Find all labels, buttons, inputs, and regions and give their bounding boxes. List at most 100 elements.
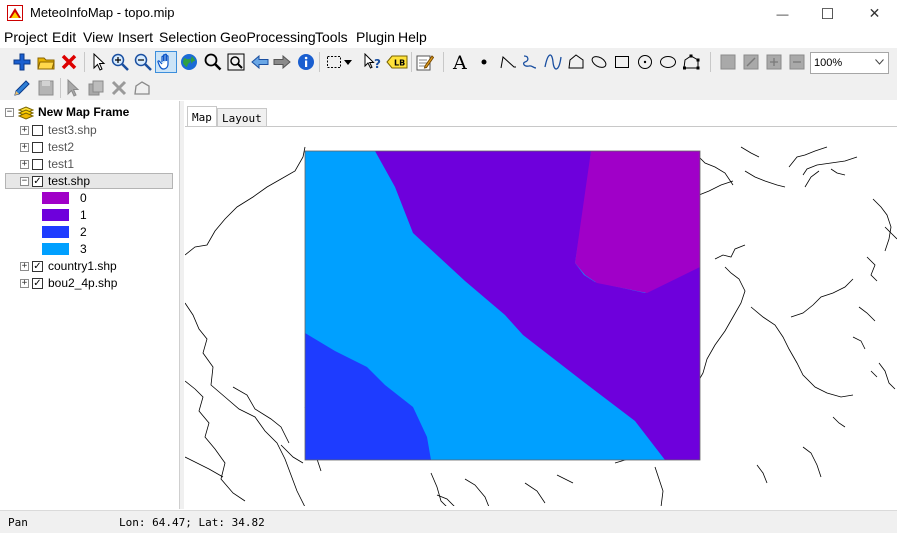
open-project-button[interactable] — [36, 52, 56, 72]
rectangle-tool-button[interactable] — [612, 52, 632, 72]
zoom-in-button[interactable] — [110, 52, 130, 72]
toolbar-separator — [710, 52, 711, 72]
menu-project[interactable]: Project — [4, 29, 48, 45]
tab-map[interactable]: Map — [187, 106, 217, 127]
zoom-box-button[interactable] — [226, 52, 246, 72]
edit-start-button[interactable] — [12, 78, 32, 98]
expand-layer-toggle[interactable]: + — [20, 262, 29, 271]
label-button[interactable]: LB — [386, 52, 408, 72]
tab-layout[interactable]: Layout — [217, 108, 267, 127]
page-fit-button[interactable] — [741, 52, 761, 72]
legend-swatch-2 — [42, 226, 69, 238]
forward-button[interactable] — [272, 52, 292, 72]
page-zoom-in-button[interactable] — [764, 52, 784, 72]
remove-layer-button[interactable] — [59, 52, 79, 72]
delete-feature-button[interactable] — [109, 78, 129, 98]
layer-name-bou2-4p[interactable]: bou2_4p.shp — [48, 276, 117, 290]
select-mode-dropdown[interactable] — [342, 52, 354, 72]
freehand-tool-button[interactable] — [520, 52, 540, 72]
edit-properties-button[interactable] — [415, 52, 435, 72]
zoom-level-select[interactable]: 100% — [810, 52, 889, 74]
menu-plugin[interactable]: Plugin — [356, 29, 395, 45]
status-coordinates: Lon: 64.47; Lat: 34.82 — [119, 516, 265, 529]
layer-name-test1[interactable]: test1 — [48, 157, 74, 171]
expand-layer-toggle[interactable]: + — [20, 279, 29, 288]
menu-help[interactable]: Help — [398, 29, 427, 45]
zoom-level-value: 100% — [814, 57, 843, 69]
layer-legend-panel: − New Map Frame + test3.shp + test2 + te… — [0, 101, 180, 509]
menu-bar: Project Edit View Insert Selection GeoPr… — [0, 27, 897, 47]
svg-text:A: A — [452, 53, 467, 71]
panel-splitter[interactable] — [180, 101, 184, 509]
pan-button[interactable] — [155, 51, 177, 73]
polyline-tool-button[interactable] — [498, 52, 518, 72]
toolbar-separator — [60, 78, 61, 98]
point-tool-button[interactable] — [474, 52, 494, 72]
ellipse-icon — [660, 56, 676, 68]
help-button[interactable]: ? — [363, 52, 383, 72]
edit-vertices-button[interactable] — [681, 52, 701, 72]
layer-visibility-checkbox[interactable] — [32, 159, 43, 170]
collapse-layer-toggle[interactable]: − — [20, 177, 29, 186]
text-tool-button[interactable]: A — [451, 52, 471, 72]
ellipse-tilted-tool-button[interactable] — [589, 52, 609, 72]
layer-name-test2[interactable]: test2 — [48, 140, 74, 154]
curve-tool-button[interactable] — [543, 52, 563, 72]
back-button[interactable] — [250, 52, 270, 72]
menu-edit[interactable]: Edit — [52, 29, 76, 45]
page-zoom-out-button[interactable] — [787, 52, 807, 72]
identify-button[interactable] — [296, 52, 316, 72]
layer-visibility-checkbox[interactable]: ✓ — [32, 278, 43, 289]
zoom-out-icon — [134, 53, 152, 71]
ellipse-tool-button[interactable] — [658, 52, 678, 72]
menu-view[interactable]: View — [83, 29, 113, 45]
layer-name-test[interactable]: test.shp — [48, 174, 90, 188]
polyline-icon — [500, 56, 516, 69]
magnifier-button[interactable] — [203, 52, 223, 72]
zoom-out-button[interactable] — [133, 52, 153, 72]
map-frame-name[interactable]: New Map Frame — [38, 105, 129, 119]
layer-visibility-checkbox[interactable] — [32, 125, 43, 136]
toolbar-separator — [411, 52, 412, 72]
layer-name-country1[interactable]: country1.shp — [48, 259, 117, 273]
minimize-button[interactable]: — — [760, 0, 805, 27]
label-tool-icon: LB — [386, 55, 408, 69]
menu-tools[interactable]: Tools — [315, 29, 348, 45]
status-mode: Pan — [8, 516, 28, 529]
add-layer-button[interactable] — [12, 52, 32, 72]
menu-geoprocessing[interactable]: GeoProcessing — [220, 29, 316, 45]
edit-pencil-icon — [14, 80, 30, 96]
select-button[interactable] — [89, 52, 109, 72]
expand-layer-toggle[interactable]: + — [20, 126, 29, 135]
circle-tool-button[interactable] — [635, 52, 655, 72]
add-vertex-button[interactable] — [132, 78, 152, 98]
layer-visibility-checkbox[interactable]: ✓ — [32, 176, 43, 187]
polygon-tool-button[interactable] — [566, 52, 586, 72]
menu-selection[interactable]: Selection — [159, 29, 217, 45]
back-arrow-icon — [251, 55, 269, 69]
expand-layer-toggle[interactable]: + — [20, 160, 29, 169]
edit-vertices-icon — [683, 54, 700, 70]
save-edits-button[interactable] — [36, 78, 56, 98]
expand-layer-toggle[interactable]: + — [20, 143, 29, 152]
select-rectangle-button[interactable] — [324, 52, 344, 72]
full-extent-button[interactable] — [179, 52, 199, 72]
layer-visibility-checkbox[interactable]: ✓ — [32, 261, 43, 272]
copy-feature-button[interactable] — [86, 78, 106, 98]
remove-layer-icon — [61, 54, 77, 70]
status-bar: Pan Lon: 64.47; Lat: 34.82 — [0, 510, 897, 533]
window-title: MeteoInfoMap - topo.mip — [30, 5, 175, 20]
select-feature-button[interactable] — [64, 78, 84, 98]
page-button[interactable] — [718, 52, 738, 72]
close-button[interactable]: ✕ — [852, 0, 897, 27]
select-pointer-icon — [93, 53, 106, 71]
layer-visibility-checkbox[interactable] — [32, 142, 43, 153]
minimize-icon: — — [776, 6, 789, 21]
map-view[interactable] — [185, 126, 897, 506]
menu-insert[interactable]: Insert — [118, 29, 153, 45]
collapse-frame-toggle[interactable]: − — [5, 108, 14, 117]
layer-name-test3[interactable]: test3.shp — [48, 123, 97, 137]
add-vertex-icon — [134, 81, 150, 95]
map-canvas[interactable] — [185, 127, 897, 506]
maximize-button[interactable]: ☐ — [805, 0, 850, 27]
